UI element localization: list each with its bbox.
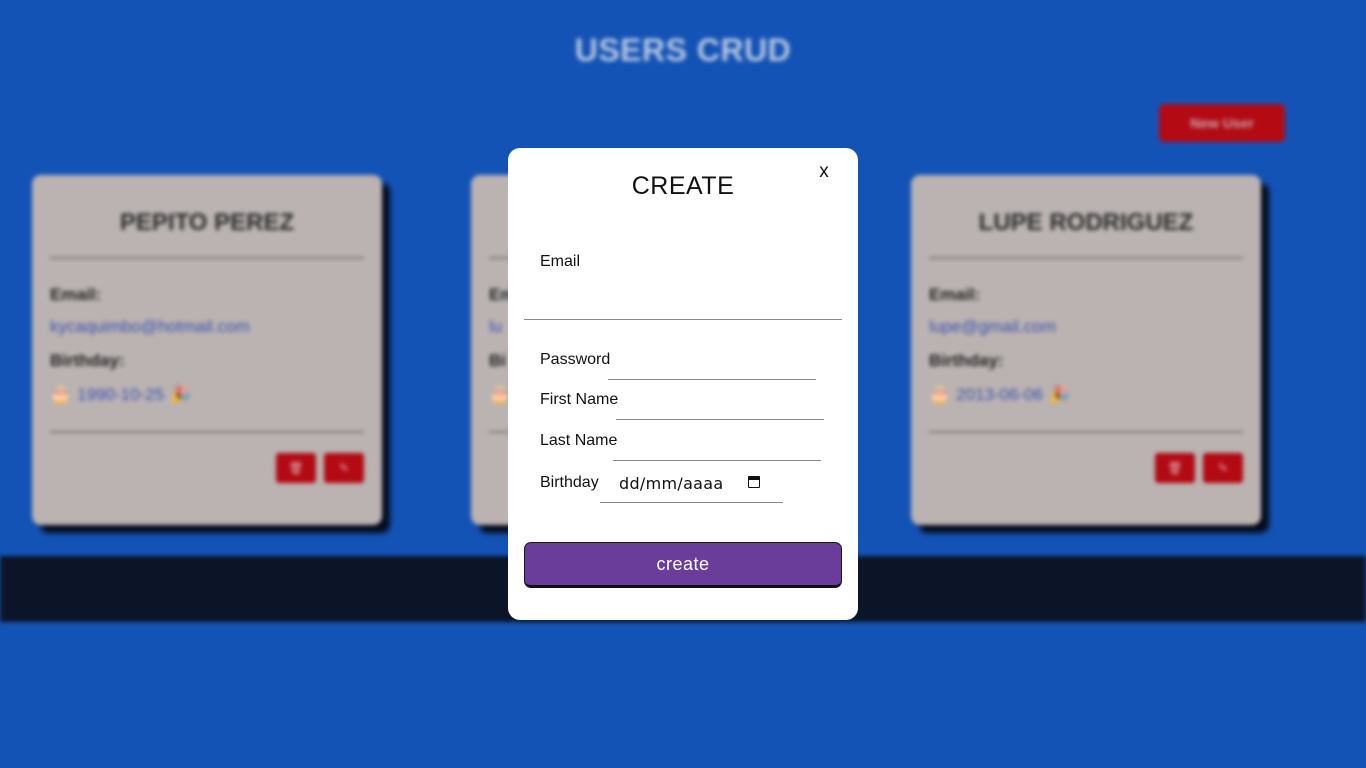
party-icon: 🎉 (170, 385, 192, 405)
calendar-icon[interactable] (748, 476, 760, 488)
birthday-value: 2013-06-06 (956, 385, 1044, 404)
divider (50, 431, 364, 433)
pencil-icon: ✎ (1217, 461, 1229, 475)
user-email: kycaquimbo@hotmail.com (50, 317, 250, 336)
user-name: PEPITO PEREZ (119, 209, 295, 236)
birthday-input-value: dd/mm/aaaa (619, 474, 724, 493)
card-actions: 🗑 ✎ (929, 453, 1243, 483)
trash-icon: 🗑 (1167, 461, 1183, 475)
cake-icon: 🎂 (489, 385, 511, 405)
cake-icon: 🎂 (50, 385, 72, 405)
cake-icon: 🎂 (929, 385, 951, 405)
birthday-label: Birthday: (50, 351, 125, 370)
pencil-icon: ✎ (338, 461, 350, 475)
user-birthday: 🎂 2013-06-06 🎉 (929, 385, 1243, 405)
trash-icon: 🗑 (288, 461, 304, 475)
user-name: LUPE RODRIGUEZ (978, 209, 1194, 236)
last-name-label: Last Name (540, 432, 618, 449)
last-name-input[interactable] (613, 437, 821, 461)
close-modal-button[interactable]: x (812, 160, 836, 184)
user-card: LUPE RODRIGUEZ Email: lupe@gmail.com Bir… (911, 175, 1261, 525)
divider (50, 257, 364, 259)
email-input[interactable] (524, 294, 842, 320)
edit-user-button[interactable]: ✎ (324, 453, 364, 483)
new-user-button[interactable]: New User (1159, 104, 1285, 142)
user-birthday: 🎂 1990-10-25 🎉 (50, 385, 364, 405)
delete-user-button[interactable]: 🗑 (276, 453, 316, 483)
first-name-input[interactable] (616, 396, 824, 420)
modal-title: CREATE (631, 172, 735, 200)
birthday-input[interactable]: dd/mm/aaaa (600, 466, 783, 503)
party-icon: 🎉 (1049, 385, 1071, 405)
email-label: Email: (50, 285, 102, 304)
divider (929, 257, 1243, 259)
email-label: Email: (929, 285, 981, 304)
password-label: Password (540, 351, 611, 368)
user-card: PEPITO PEREZ Email: kycaquimbo@hotmail.c… (32, 175, 382, 525)
birthday-label: Birthday (540, 474, 599, 491)
first-name-label: First Name (540, 391, 619, 408)
card-actions: 🗑 ✎ (50, 453, 364, 483)
birthday-label: Birthday: (929, 351, 1004, 370)
divider (929, 431, 1243, 433)
birthday-value: 1990-10-25 (77, 385, 165, 404)
app-title: USERS CRUD (574, 32, 792, 68)
edit-user-button[interactable]: ✎ (1203, 453, 1243, 483)
password-input[interactable] (608, 356, 816, 380)
email-label: Email (540, 253, 581, 270)
create-user-modal: CREATE x Email Password First Name Last … (508, 148, 858, 620)
delete-user-button[interactable]: 🗑 (1155, 453, 1195, 483)
user-email: lupe@gmail.com (929, 317, 1056, 336)
create-submit-button[interactable]: create (524, 542, 842, 588)
